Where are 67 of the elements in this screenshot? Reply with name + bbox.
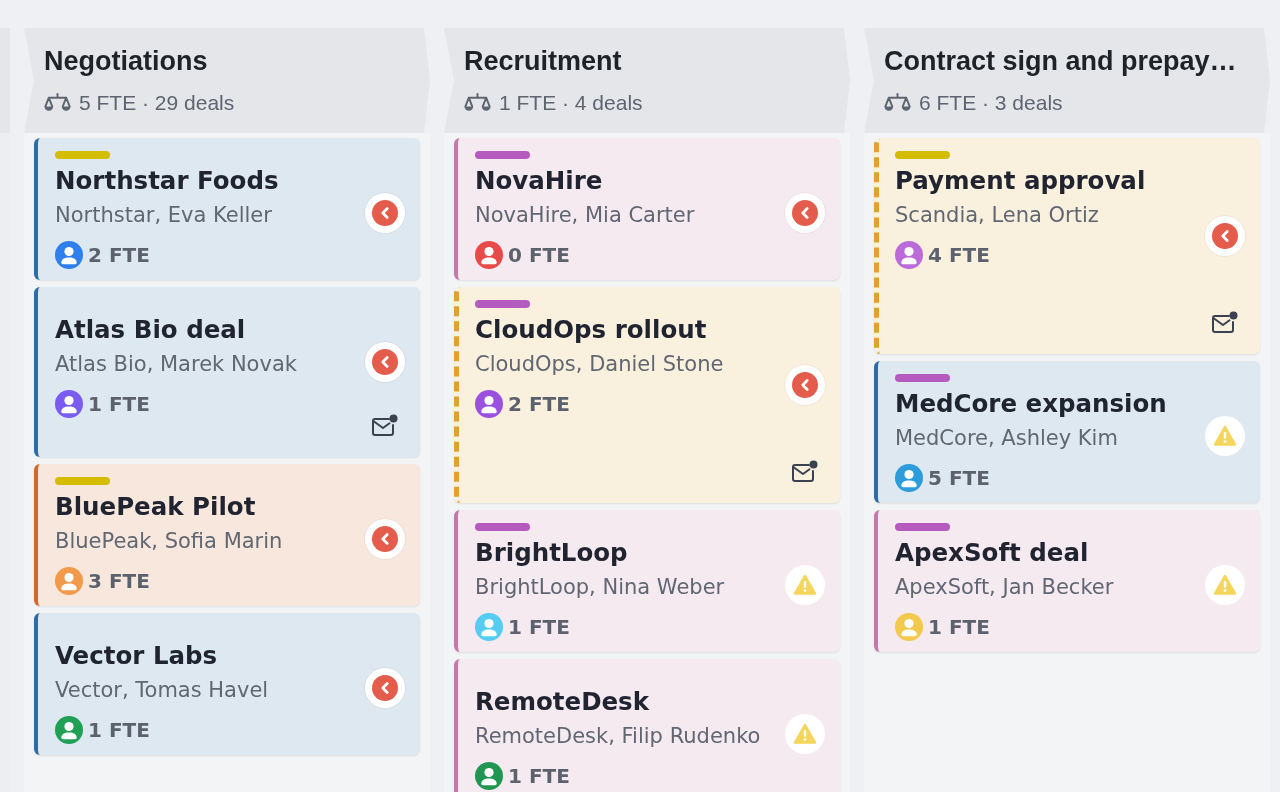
deal-card[interactable]: BluePeak Pilot BluePeak, Sofia Marin 3 FTE [34,464,420,606]
deal-card[interactable]: BrightLoop BrightLoop, Nina Weber 1 FTE [454,510,840,652]
deal-contact: BluePeak, Sofia Marin [55,528,284,555]
column-title: Negotiations [44,45,209,78]
deal-title: RemoteDesk [475,686,650,718]
fte-count: 3 FTE [88,568,150,595]
fte-count: 2 FTE [508,391,570,418]
deal-card[interactable]: Atlas Bio deal Atlas Bio, Marek Novak 1 FTE [34,287,420,457]
deal-title: MedCore expansion [895,388,1168,420]
scale-icon [464,92,491,114]
deal-contact: Vector, Tomas Havel [55,677,270,704]
deal-contact: RemoteDesk, Filip Rudenko [475,723,762,750]
deal-title: Atlas Bio deal [55,314,247,346]
scale-icon [44,92,71,114]
deal-title: Payment approval [895,165,1147,197]
deal-contact: CloudOps, Daniel Stone [475,351,725,378]
column-summary: 6 FTE · 3 deals [919,90,1063,116]
deal-contact: Northstar, Eva Keller [55,202,273,229]
fte-count: 4 FTE [928,242,990,269]
back-button[interactable] [365,193,405,233]
deal-card[interactable]: Northstar Foods Northstar, Eva Keller 2 FTE [34,138,420,280]
chevron-left-icon [372,349,398,375]
chevron-left-icon [1212,223,1238,249]
deal-contact: Atlas Bio, Marek Novak [55,351,298,378]
deal-title: BrightLoop [475,537,629,569]
back-button[interactable] [785,193,825,233]
deal-title: NovaHire [475,165,604,197]
back-button[interactable] [365,668,405,708]
fte-count: 1 FTE [88,391,150,418]
deal-card[interactable]: CloudOps rollout CloudOps, Daniel Stone 2 FTE [454,287,840,503]
column-summary: 1 FTE · 4 deals [499,90,643,116]
fte-count: 1 FTE [508,763,570,790]
chevron-left-icon [372,526,398,552]
deal-contact: ApexSoft, Jan Becker [895,574,1115,601]
fte-count: 2 FTE [88,242,150,269]
deal-contact: BrightLoop, Nina Weber [475,574,726,601]
deal-title: CloudOps rollout [475,314,708,346]
column-title: Recruitment [464,45,623,78]
chevron-left-icon [372,200,398,226]
chevron-left-icon [792,372,818,398]
fte-count: 1 FTE [88,717,150,744]
deal-card[interactable]: Payment approval Scandia, Lena Ortiz 4 FTE [874,138,1260,354]
deal-card[interactable]: Vector Labs Vector, Tomas Havel 1 FTE [34,613,420,755]
back-button[interactable] [785,365,825,405]
fte-count: 0 FTE [508,242,570,269]
fte-count: 5 FTE [928,465,990,492]
fte-count: 1 FTE [928,614,990,641]
column-title: Contract sign and prepay… [884,45,1238,78]
deal-contact: Scandia, Lena Ortiz [895,202,1100,229]
deal-card[interactable]: ApexSoft deal ApexSoft, Jan Becker 1 FTE [874,510,1260,652]
deal-contact: MedCore, Ashley Kim [895,425,1119,452]
back-button[interactable] [1205,216,1245,256]
deal-card[interactable]: RemoteDesk RemoteDesk, Filip Rudenko 1 FTE [454,659,840,792]
deal-card[interactable]: MedCore expansion MedCore, Ashley Kim 5 FTE [874,361,1260,503]
scale-icon [884,92,911,114]
deal-title: Northstar Foods [55,165,280,197]
deal-title: BluePeak Pilot [55,491,257,523]
fte-count: 1 FTE [508,614,570,641]
chevron-left-icon [792,200,818,226]
chevron-left-icon [372,675,398,701]
deal-card[interactable]: NovaHire NovaHire, Mia Carter 0 FTE [454,138,840,280]
back-button[interactable] [365,519,405,559]
back-button[interactable] [365,342,405,382]
column-summary: 5 FTE · 29 deals [79,90,235,116]
deal-title: Vector Labs [55,640,219,672]
deal-contact: NovaHire, Mia Carter [475,202,696,229]
deal-title: ApexSoft deal [895,537,1090,569]
